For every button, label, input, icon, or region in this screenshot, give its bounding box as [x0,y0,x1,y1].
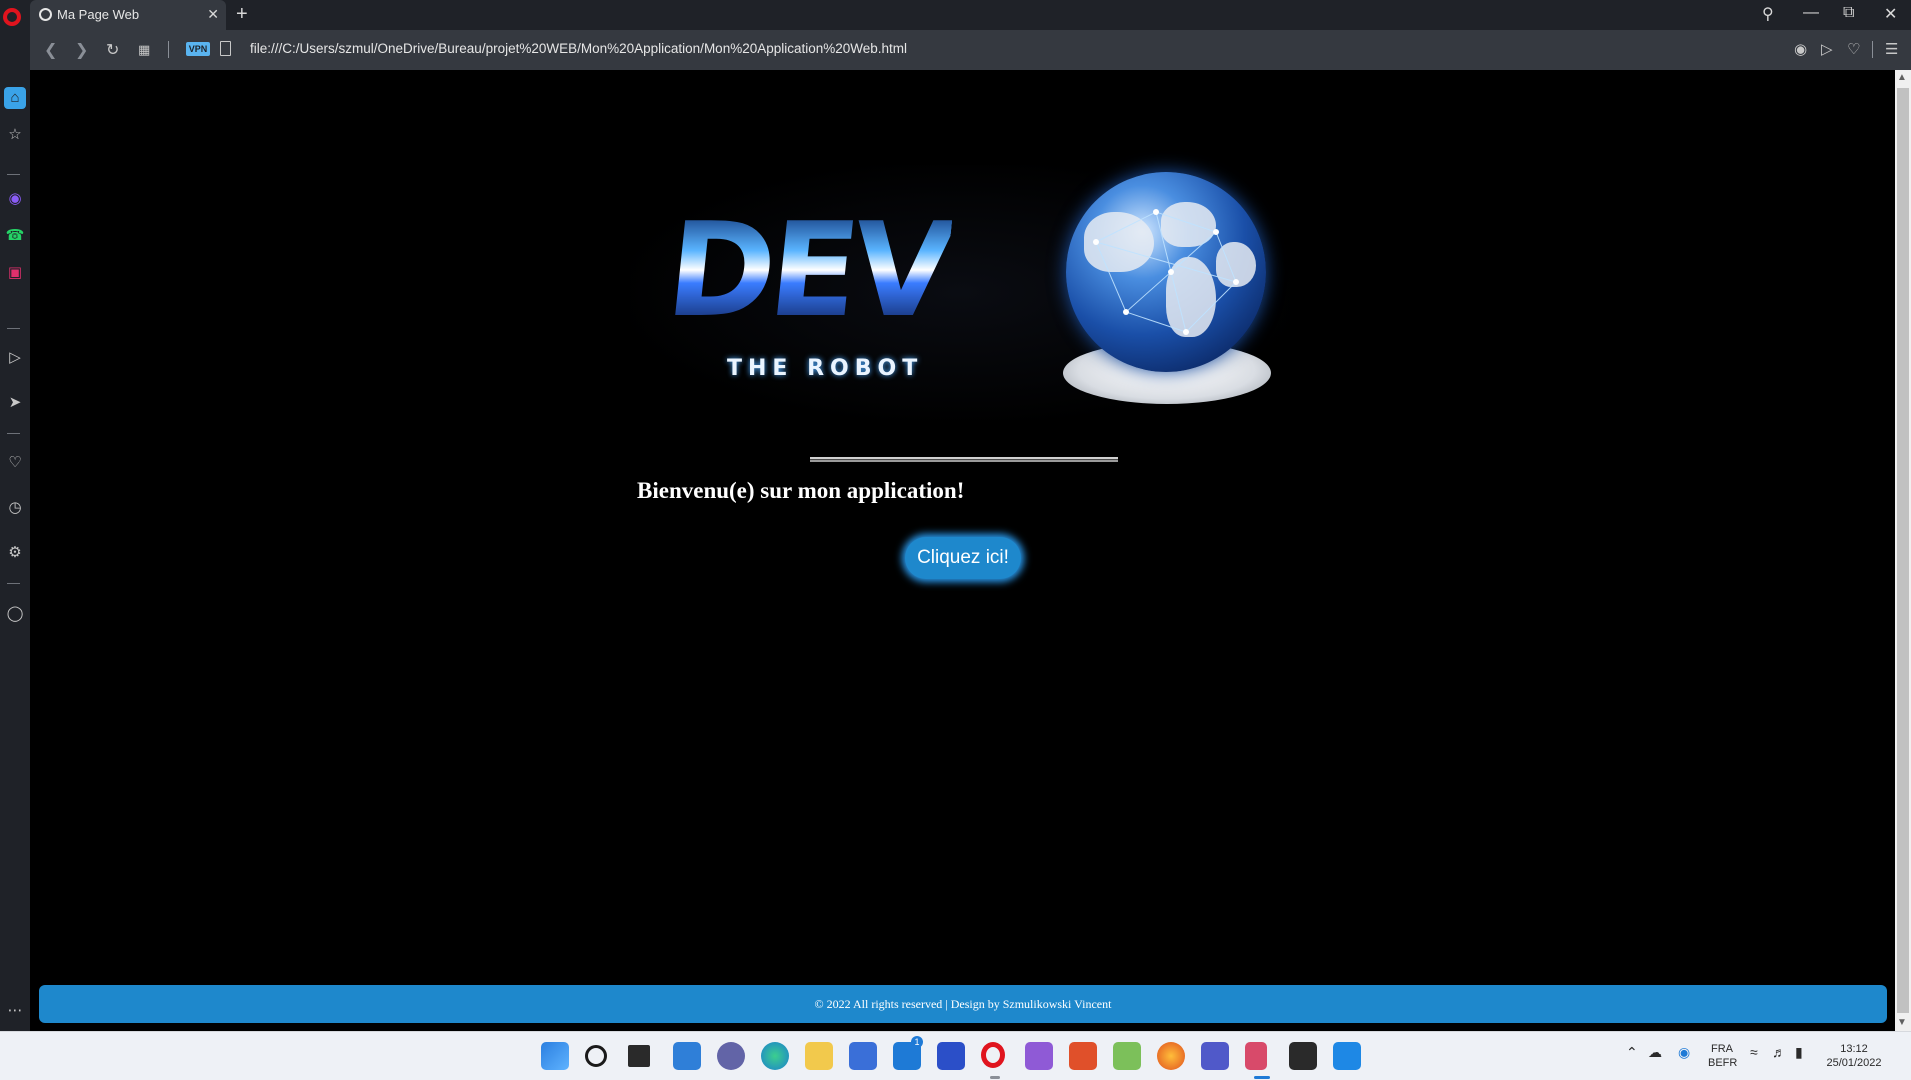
send-icon[interactable]: ▷ [1821,40,1833,58]
browser-sidebar: ⌂ ☆ ◉ ☎ ▣ ▷ ➤ ♡ ◷ ⚙ ◯ ⋯ [0,30,30,1031]
language-indicator[interactable]: FRA BEFR [1708,1042,1738,1070]
bookmarks-icon[interactable]: ☆ [4,124,26,146]
page-footer: © 2022 All rights reserved | Design by S… [39,985,1887,1023]
clock[interactable]: 13:12 25/01/2022 [1822,1042,1886,1070]
flow-send-icon[interactable]: ➤ [4,392,26,414]
restore-icon[interactable]: ⧉ [1843,4,1854,22]
messenger-icon[interactable]: ◉ [4,188,26,210]
history-clock-icon[interactable]: ◷ [4,497,26,519]
settings-gear-icon[interactable]: ⚙ [4,542,26,564]
more-dots-icon[interactable]: ⋯ [4,1000,26,1022]
globe-icon [1066,172,1266,372]
opera-icon[interactable] [981,1042,1005,1068]
widgets-icon[interactable] [673,1042,701,1070]
reload-icon[interactable]: ↻ [106,40,119,60]
terminal-icon[interactable] [1289,1042,1317,1070]
player-icon[interactable]: ▷ [4,347,26,369]
office-icon[interactable] [1069,1042,1097,1070]
divider [7,174,20,175]
scroll-down-arrow-icon[interactable]: ▼ [1897,1017,1907,1028]
battery-icon[interactable]: ▮ [1795,1044,1803,1061]
divider [7,433,20,434]
show-hidden-icons-icon[interactable]: ⌃ [1626,1044,1638,1061]
divider [168,41,169,58]
back-icon[interactable]: ❮ [44,40,57,60]
microphone-icon[interactable]: ◉ [1678,1044,1690,1061]
minimize-icon[interactable]: — [1803,4,1819,22]
address-bar: ❮ ❯ ↻ ▦ VPN file:///C:/Users/szmul/OneDr… [30,30,1911,70]
new-tab-button[interactable]: + [236,3,248,26]
store-icon[interactable] [849,1042,877,1070]
divider [1872,41,1873,58]
whatsapp-icon[interactable]: ☎ [4,225,26,247]
snapshot-camera-icon[interactable]: ◉ [1794,40,1807,58]
lightbulb-icon[interactable]: ◯ [4,603,26,625]
pinboard-heart-icon[interactable]: ♡ [4,452,26,474]
heart-icon[interactable]: ♡ [1847,40,1860,58]
active-indicator [1254,1076,1270,1079]
logo-robot-text: THE ROBOT [727,356,924,381]
click-here-button[interactable]: Cliquez ici! [905,537,1021,579]
teams-icon[interactable] [1201,1042,1229,1070]
browser-tab-bar: Ma Page Web ✕ + ⚲ — ⧉ ✕ [0,0,1911,30]
start-windows-icon[interactable] [541,1042,569,1070]
tab-title: Ma Page Web [57,7,140,22]
edge-icon[interactable] [761,1042,789,1070]
visual-studio-icon[interactable] [1025,1042,1053,1070]
mail-badge: 1 [911,1036,923,1048]
visual-studio-code-insiders-icon[interactable] [937,1042,965,1070]
welcome-heading: Bienvenu(e) sur mon application! [637,478,965,503]
page-icon[interactable] [220,41,231,56]
wifi-icon[interactable]: ≈ [1750,1044,1758,1060]
divider [7,328,20,329]
forward-icon[interactable]: ❯ [75,40,88,60]
task-view-icon[interactable] [628,1045,650,1067]
volume-icon[interactable]: ♬ [1772,1044,1786,1060]
instagram-icon[interactable]: ▣ [4,262,26,284]
teams-chat-icon[interactable] [717,1042,745,1070]
clock-date: 25/01/2022 [1826,1057,1882,1069]
tab-close-icon[interactable]: ✕ [207,6,219,23]
vpn-badge[interactable]: VPN [186,42,210,56]
logo-dev-text: DEV [660,194,956,346]
globe-favicon-icon [39,8,52,21]
vscode-icon[interactable] [1333,1042,1361,1070]
globe-network-lines [1093,209,1239,335]
tabs-grid-icon[interactable]: ▦ [138,42,150,58]
scrollbar-thumb[interactable] [1897,88,1909,1013]
easy-setup-icon[interactable]: ☰ [1885,40,1898,58]
windows-taskbar: 1 ⌃ ☁ ◉ FRA BEFR ≈ ♬ ▮ 13:12 25/01/2022 [0,1031,1911,1080]
snipping-tool-icon[interactable] [1245,1042,1267,1070]
clock-time: 13:12 [1840,1043,1868,1055]
search-icon[interactable] [585,1045,607,1067]
url-field[interactable]: file:///C:/Users/szmul/OneDrive/Bureau/p… [250,41,907,56]
language-top: FRA [1711,1043,1733,1055]
divider [7,583,20,584]
opera-logo-icon[interactable] [3,8,21,26]
screen: Ma Page Web ✕ + ⚲ — ⧉ ✕ ❮ ❯ ↻ ▦ VPN file… [0,0,1911,1080]
close-window-icon[interactable]: ✕ [1884,4,1897,24]
search-tabs-icon[interactable]: ⚲ [1762,4,1774,24]
file-explorer-icon[interactable] [805,1042,833,1070]
running-indicator [990,1076,1000,1079]
onedrive-cloud-icon[interactable]: ☁ [1648,1044,1662,1061]
scroll-up-arrow-icon[interactable]: ▲ [1897,72,1907,83]
browser-tab[interactable]: Ma Page Web ✕ [30,0,226,30]
home-icon[interactable]: ⌂ [4,87,26,109]
horizontal-rule [810,457,1118,462]
firefox-icon[interactable] [1157,1042,1185,1070]
language-bottom: BEFR [1708,1057,1738,1069]
notepad-icon[interactable] [1113,1042,1141,1070]
